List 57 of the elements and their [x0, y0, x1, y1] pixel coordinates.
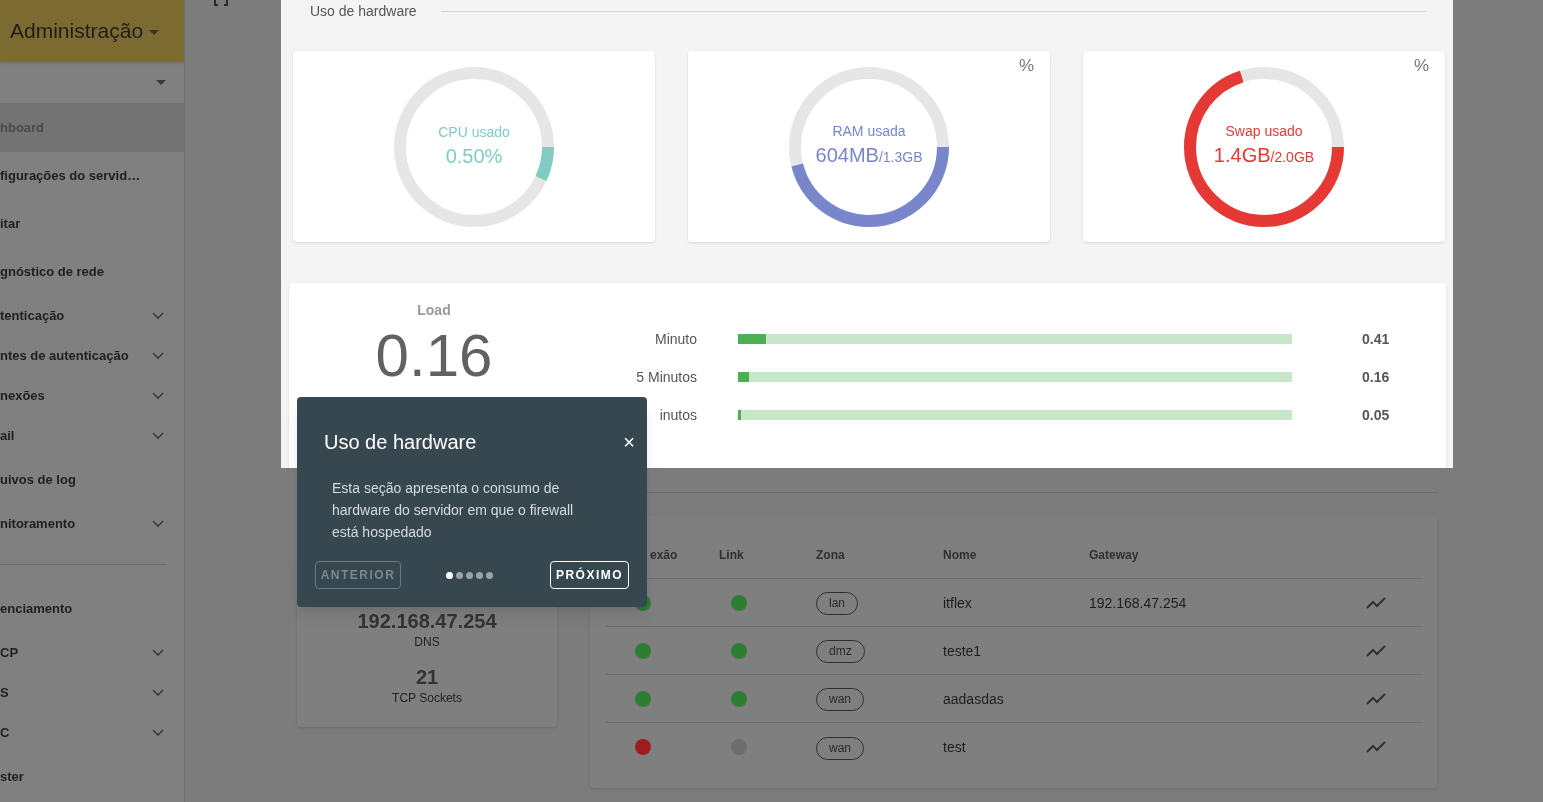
- gauge-label: RAM usada: [832, 122, 906, 141]
- chart-icon[interactable]: [1366, 596, 1386, 609]
- fullscreen-icon[interactable]: [214, 0, 228, 7]
- table-cell: teste1: [943, 642, 982, 659]
- table-cell: aadasdas: [943, 690, 1004, 707]
- gauge-value: 0.50%: [445, 144, 503, 169]
- stat-label: TCP Sockets: [392, 690, 462, 707]
- close-button[interactable]: ×: [623, 432, 635, 452]
- stat-label: DNS: [414, 634, 440, 651]
- column-header: exão: [650, 547, 678, 562]
- sidebar-item[interactable]: uivos de log: [0, 456, 184, 504]
- chart-icon[interactable]: [1366, 644, 1386, 657]
- sidebar-item[interactable]: S: [0, 673, 184, 713]
- load-reading: 0.05: [1362, 405, 1390, 425]
- chart-icon[interactable]: [1366, 692, 1386, 705]
- chart-icon[interactable]: [1366, 741, 1386, 753]
- next-button[interactable]: PRÓXIMO: [550, 561, 629, 589]
- stat-value: 21: [415, 665, 439, 689]
- section-title: Uso de hardware: [310, 1, 417, 21]
- popover-title: Uso de hardware: [324, 430, 477, 455]
- sidebar-item[interactable]: C: [0, 713, 184, 753]
- sidebar-item[interactable]: tenticação: [0, 296, 184, 336]
- sidebar-item[interactable]: ail: [0, 416, 184, 456]
- sidebar-item[interactable]: nitoramento: [0, 504, 184, 544]
- percent-toggle[interactable]: %: [1413, 53, 1429, 79]
- sidebar-item[interactable]: nexões: [0, 376, 184, 416]
- table-cell: itflex: [943, 594, 972, 611]
- sidebar-item[interactable]: figurações do servid…: [0, 152, 184, 200]
- load-label: Load: [417, 301, 451, 320]
- gauge-value: 604MB/1.3GB: [815, 143, 923, 168]
- load-period: Minuto: [653, 329, 697, 349]
- sidebar-item[interactable]: gnóstico de rede: [0, 248, 184, 296]
- load-reading: 0.16: [1362, 367, 1390, 387]
- column-header: Zona: [816, 547, 845, 562]
- load-period: inutos: [658, 405, 697, 425]
- percent-toggle[interactable]: %: [1018, 53, 1034, 79]
- sidebar-item[interactable]: itar: [0, 200, 184, 248]
- gauge-label: CPU usado: [438, 123, 510, 142]
- stat-value: 192.168.47.254: [357, 609, 497, 633]
- app-title[interactable]: Administração: [0, 15, 144, 47]
- column-header: Link: [719, 547, 744, 562]
- sidebar-item[interactable]: CP: [0, 633, 184, 673]
- gauge-value: 1.4GB/2.0GB: [1213, 143, 1315, 168]
- load-period: 5 Minutos: [635, 367, 697, 387]
- caret-icon: [156, 79, 166, 86]
- popover-text: Esta seção apresenta o consumo de hardware do servidor em que o firewall está hospedado: [332, 479, 575, 542]
- load-reading: 0.41: [1362, 329, 1390, 349]
- sidebar-item[interactable]: ster: [0, 753, 184, 801]
- column-header: Gateway: [1089, 547, 1139, 562]
- table-cell: test: [943, 739, 966, 755]
- gauge-label: Swap usado: [1225, 122, 1303, 141]
- column-header: Nome: [943, 547, 977, 562]
- caret-icon[interactable]: [149, 29, 160, 36]
- sidebar-item[interactable]: enciamento: [0, 585, 184, 633]
- table-cell: 192.168.47.254: [1089, 594, 1187, 611]
- sidebar-item[interactable]: ntes de autenticação: [0, 336, 184, 376]
- load-value: 0.16: [375, 325, 493, 387]
